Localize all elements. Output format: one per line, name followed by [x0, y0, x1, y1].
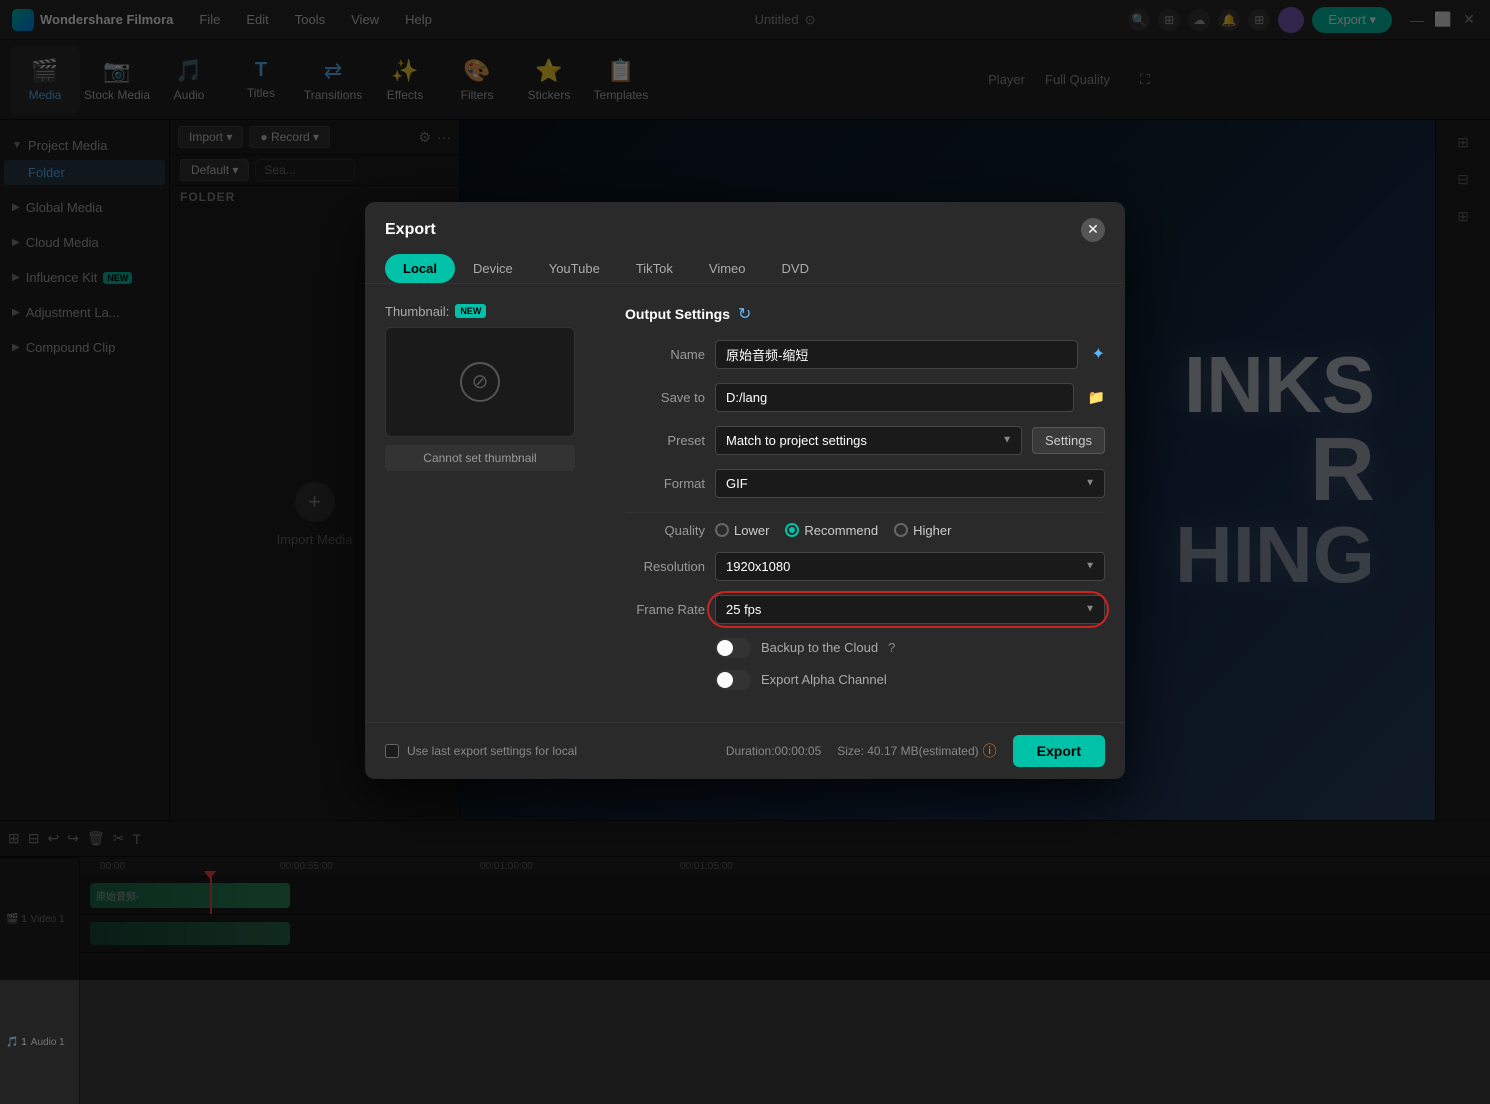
output-header: Output Settings ↻	[625, 304, 1105, 324]
format-select[interactable]: GIF	[715, 469, 1105, 498]
frame-rate-select[interactable]: 25 fps	[715, 595, 1105, 624]
backup-toggle[interactable]	[715, 638, 751, 658]
use-last-check[interactable]: Use last export settings for local	[385, 744, 577, 758]
preset-row: Preset Match to project settings ▼ Setti…	[625, 426, 1105, 455]
save-to-label: Save to	[625, 390, 705, 405]
modal-tabs: Local Device YouTube TikTok Vimeo DVD	[365, 242, 1125, 284]
format-select-wrap: GIF ▼	[715, 469, 1105, 498]
use-last-checkbox[interactable]	[385, 744, 399, 758]
export-modal: Export ✕ Local Device YouTube TikTok Vim…	[365, 202, 1125, 779]
tab-device[interactable]: Device	[455, 254, 531, 283]
quality-recommend-inner	[789, 527, 795, 533]
footer-right: Duration:00:00:05 Size: 40.17 MB(estimat…	[726, 735, 1105, 767]
backup-row: Backup to the Cloud ?	[625, 638, 1105, 658]
resolution-select[interactable]: 1920x1080	[715, 552, 1105, 581]
save-to-row: Save to 📁	[625, 383, 1105, 412]
quality-recommend[interactable]: Recommend	[785, 523, 878, 538]
ai-icon[interactable]: ✦	[1092, 344, 1105, 364]
quality-lower-radio[interactable]	[715, 523, 729, 537]
alpha-label: Export Alpha Channel	[761, 672, 887, 687]
output-section: Output Settings ↻ Name ✦ Save to 📁 P	[605, 304, 1105, 702]
thumbnail-preview: ⊘	[385, 327, 575, 437]
cannot-set-thumbnail-button[interactable]: Cannot set thumbnail	[385, 445, 575, 471]
backup-toggle-knob	[717, 640, 733, 656]
frame-rate-label: Frame Rate	[625, 602, 705, 617]
tab-vimeo[interactable]: Vimeo	[691, 254, 764, 283]
alpha-toggle[interactable]	[715, 670, 751, 690]
alpha-row: Export Alpha Channel	[625, 670, 1105, 690]
quality-lower-label: Lower	[734, 523, 769, 538]
format-label: Format	[625, 476, 705, 491]
quality-radio-group: Lower Recommend Higher	[715, 523, 951, 538]
format-row: Format GIF ▼	[625, 469, 1105, 498]
tab-youtube[interactable]: YouTube	[531, 254, 618, 283]
divider-1	[625, 512, 1105, 513]
modal-title: Export	[385, 221, 436, 239]
thumbnail-label: Thumbnail: NEW	[385, 304, 605, 319]
output-refresh-icon[interactable]: ↻	[738, 304, 751, 324]
export-action-button[interactable]: Export	[1013, 735, 1105, 767]
backup-help-icon[interactable]: ?	[888, 640, 895, 655]
use-last-label: Use last export settings for local	[407, 744, 577, 758]
duration-info: Duration:00:00:05	[726, 744, 821, 758]
thumbnail-new-badge: NEW	[455, 304, 486, 318]
preset-select[interactable]: Match to project settings	[715, 426, 1022, 455]
quality-higher-radio[interactable]	[894, 523, 908, 537]
quality-higher-label: Higher	[913, 523, 951, 538]
size-info: Size: 40.17 MB(estimated) ⓘ	[837, 741, 996, 761]
modal-header: Export ✕	[365, 202, 1125, 242]
quality-recommend-label: Recommend	[804, 523, 878, 538]
quality-lower[interactable]: Lower	[715, 523, 769, 538]
output-title: Output Settings	[625, 306, 730, 322]
settings-button[interactable]: Settings	[1032, 427, 1105, 454]
size-value: Size: 40.17 MB(estimated)	[837, 744, 978, 758]
alpha-toggle-knob	[717, 672, 733, 688]
quality-row: Quality Lower Recommend	[625, 523, 1105, 538]
folder-icon[interactable]: 📁	[1088, 389, 1105, 406]
thumbnail-no-icon: ⊘	[460, 362, 500, 402]
frame-rate-row: Frame Rate 25 fps ▼	[625, 595, 1105, 624]
audio-track-label: 🎵 1 Audio 1	[0, 981, 80, 1104]
name-row: Name ✦	[625, 340, 1105, 369]
thumbnail-section: Thumbnail: NEW ⊘ Cannot set thumbnail	[385, 304, 605, 702]
resolution-select-wrap: 1920x1080 ▼	[715, 552, 1105, 581]
quality-label: Quality	[625, 523, 705, 538]
tab-local[interactable]: Local	[385, 254, 455, 283]
modal-footer: Use last export settings for local Durat…	[365, 722, 1125, 779]
frame-rate-select-wrap: 25 fps ▼	[715, 595, 1105, 624]
size-info-icon: ⓘ	[983, 741, 997, 761]
audio-track-name: Audio 1	[31, 1037, 65, 1048]
resolution-label: Resolution	[625, 559, 705, 574]
name-label: Name	[625, 347, 705, 362]
quality-recommend-radio[interactable]	[785, 523, 799, 537]
tab-dvd[interactable]: DVD	[764, 254, 827, 283]
save-to-input[interactable]	[715, 383, 1074, 412]
audio-track-num: 🎵 1	[6, 1037, 27, 1048]
preset-select-wrap: Match to project settings ▼	[715, 426, 1022, 455]
quality-higher[interactable]: Higher	[894, 523, 951, 538]
modal-body: Thumbnail: NEW ⊘ Cannot set thumbnail Ou…	[365, 284, 1125, 722]
tab-tiktok[interactable]: TikTok	[618, 254, 691, 283]
resolution-row: Resolution 1920x1080 ▼	[625, 552, 1105, 581]
modal-close-button[interactable]: ✕	[1081, 218, 1105, 242]
backup-label: Backup to the Cloud	[761, 640, 878, 655]
modal-overlay: Export ✕ Local Device YouTube TikTok Vim…	[0, 0, 1490, 980]
name-input[interactable]	[715, 340, 1078, 369]
preset-label: Preset	[625, 433, 705, 448]
